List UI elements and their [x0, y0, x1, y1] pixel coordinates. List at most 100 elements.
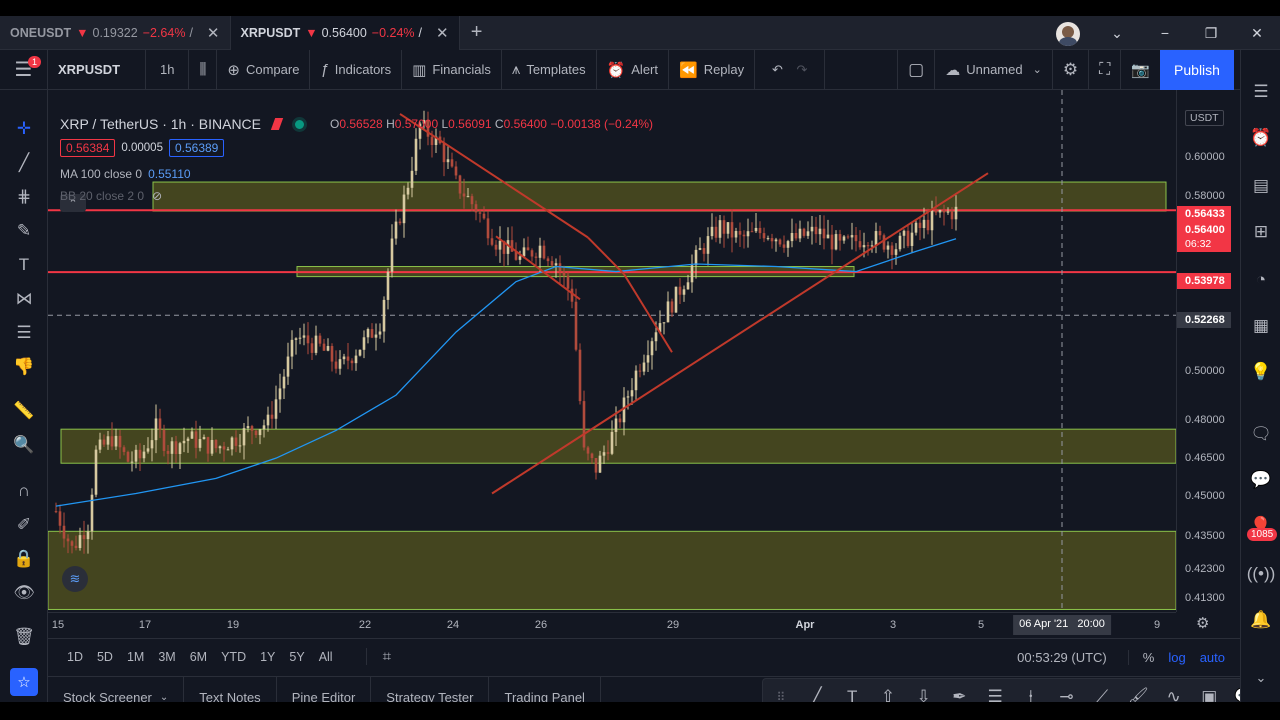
close-icon[interactable]: ✕ [436, 24, 449, 42]
path-icon[interactable]: ⟋ [1088, 687, 1116, 702]
tab-oneusdt[interactable]: ONEUSDT ▼ 0.19322 −2.64% / ✕ [0, 16, 231, 50]
undo-icon[interactable]: ↶ [772, 62, 783, 78]
utc-clock[interactable]: 00:53:29 (UTC) [1010, 650, 1114, 665]
alerts-icon[interactable]: ⏰ [1241, 120, 1280, 156]
text-tool-icon[interactable]: T [0, 248, 48, 282]
brush-icon[interactable]: 🖌 [1124, 687, 1152, 702]
chart-style-button[interactable]: ⫼ [189, 49, 218, 90]
range-3m[interactable]: 3M [151, 650, 182, 664]
horizontal-line-icon[interactable]: ⊸ [1052, 687, 1080, 702]
zoom-icon[interactable]: 🔍 [0, 428, 48, 462]
symbol-title[interactable]: XRP / TetherUS · 1h · BINANCE [60, 116, 261, 132]
minimize-button[interactable]: − [1142, 16, 1188, 50]
snapshot-button[interactable]: 📷 [1121, 50, 1160, 90]
replay-button[interactable]: ⏪ Replay [669, 49, 756, 90]
compare-button[interactable]: ⊕ Compare [217, 49, 311, 90]
menu-button[interactable]: ☰ 1 [0, 49, 48, 90]
calendar-icon[interactable]: ⌗ [365, 648, 398, 665]
range-all[interactable]: All [312, 650, 340, 664]
select-layout-button[interactable]: ▢ [897, 49, 936, 90]
templates-button[interactable]: ⩚ Templates [502, 49, 597, 90]
price-axis[interactable]: USDT 0.60000 0.58000 0.50000 0.48000 0.4… [1176, 90, 1240, 612]
tab-pine-editor[interactable]: Pine Editor [277, 676, 372, 702]
rectangle-icon[interactable]: ▣ [1195, 687, 1223, 702]
auto-toggle[interactable]: auto [1193, 650, 1232, 665]
add-tab-button[interactable]: + [460, 21, 494, 44]
tab-xrpusdt[interactable]: XRPUSDT ▼ 0.56400 −0.24% / ✕ [230, 16, 460, 50]
range-5y[interactable]: 5Y [282, 650, 311, 664]
sell-price[interactable]: 0.56384 [60, 139, 116, 157]
magnet-icon[interactable]: ∩ [0, 474, 48, 508]
text-tool-icon[interactable]: T [838, 687, 866, 702]
lines-icon[interactable]: ☰ [981, 687, 1009, 702]
range-1y[interactable]: 1Y [253, 650, 282, 664]
financials-button[interactable]: ▥ Financials [402, 49, 502, 90]
pattern-icon[interactable]: ⋈ [0, 282, 48, 316]
close-window-button[interactable]: ✕ [1234, 16, 1280, 50]
chevron-down-icon[interactable]: ⌄ [1241, 660, 1280, 696]
chevron-down-icon[interactable]: ⌄ [1094, 16, 1140, 50]
data-window-icon[interactable]: ▤ [1241, 168, 1280, 204]
tradingview-logo-icon[interactable]: ≋ [62, 566, 88, 592]
range-ytd[interactable]: YTD [214, 650, 253, 664]
range-1m[interactable]: 1M [120, 650, 151, 664]
tab-strategy-tester[interactable]: Strategy Tester [371, 676, 490, 702]
symbol-search[interactable]: XRPUSDT [48, 49, 146, 90]
fullscreen-button[interactable]: ⛶ [1089, 49, 1122, 90]
eye-icon[interactable]: 👁 [0, 576, 48, 610]
fib-icon[interactable]: ⋕ [0, 180, 48, 214]
eye-off-icon[interactable]: ⊘ [152, 189, 162, 203]
redo-icon[interactable]: ↷ [796, 62, 807, 78]
broadcast-icon[interactable]: ((•)) [1241, 556, 1280, 592]
chat-icon[interactable]: 🗨 [1241, 416, 1280, 452]
lock-pencil-icon[interactable]: ✐ [0, 508, 48, 542]
thumbs-down-icon[interactable]: 👎 [0, 350, 48, 384]
star-icon[interactable]: ☆ [10, 668, 38, 696]
tab-text-notes[interactable]: Text Notes [184, 676, 277, 702]
drag-handle-icon[interactable]: ⠿ [767, 690, 795, 702]
ruler-icon[interactable]: 📏 [0, 394, 48, 428]
alert-button[interactable]: ⏰ Alert [597, 49, 669, 90]
ma-indicator-row[interactable]: MA 100 close 0 0.55110 [60, 163, 653, 185]
range-5d[interactable]: 5D [90, 650, 120, 664]
indicators-button[interactable]: ƒ Indicators [310, 49, 403, 90]
avatar[interactable] [1056, 22, 1080, 46]
ideas-icon[interactable]: 💡 [1241, 354, 1280, 390]
interval-button[interactable]: 1h [146, 49, 190, 90]
lock-icon[interactable]: 🔒 [0, 542, 48, 576]
bb-indicator-row[interactable]: BB 20 close 2 0 ⊘ [60, 185, 653, 207]
settings-button[interactable]: ⚙ [1053, 49, 1090, 90]
prediction-icon[interactable]: ☰ [0, 316, 48, 350]
percent-toggle[interactable]: % [1127, 649, 1162, 665]
tab-trading-panel[interactable]: Trading Panel [489, 676, 601, 702]
range-bar: 1D 5D 1M 3M 6M YTD 1Y 5Y All ⌗ 00:53:29 … [48, 638, 1240, 674]
grid-icon[interactable]: ▦ [1241, 308, 1280, 344]
wave-icon[interactable]: ∿ [1160, 687, 1188, 702]
crosshair-icon[interactable]: ✛ [0, 112, 48, 146]
pen-icon[interactable]: ✒ [945, 687, 973, 702]
calendar-icon[interactable]: ◔ [1241, 262, 1280, 298]
time-axis[interactable]: 15 17 19 22 24 26 29 Apr 3 5 9 06 Apr '2… [48, 612, 1176, 638]
range-1d[interactable]: 1D [60, 650, 90, 664]
close-icon[interactable]: ✕ [207, 24, 220, 42]
arrow-down-icon[interactable]: ⇩ [910, 687, 938, 702]
tab-stock-screener[interactable]: Stock Screener ⌄ [48, 676, 185, 702]
restore-button[interactable]: ❐ [1188, 16, 1234, 50]
trend-line-icon[interactable]: ╱ [0, 146, 48, 180]
watchlist-icon[interactable]: ☰ [1241, 74, 1280, 110]
arrow-up-icon[interactable]: ⇧ [874, 687, 902, 702]
buy-price[interactable]: 0.56389 [168, 139, 225, 157]
log-toggle[interactable]: log [1161, 650, 1192, 665]
gear-icon[interactable]: ⚙ [1196, 614, 1209, 632]
trend-line-icon[interactable]: ╱ [803, 687, 831, 702]
vertical-line-icon[interactable]: ⍿ [1017, 687, 1045, 702]
bell-icon[interactable]: 🔔 [1241, 602, 1280, 638]
hotlist-icon[interactable]: ⊞ [1241, 214, 1280, 250]
brush-icon[interactable]: ✎ [0, 214, 48, 248]
currency-button[interactable]: USDT [1185, 110, 1224, 126]
layout-name-button[interactable]: ☁ Unnamed ⌄ [935, 49, 1053, 90]
range-6m[interactable]: 6M [183, 650, 214, 664]
messages-icon[interactable]: 💬 [1241, 462, 1280, 498]
publish-button[interactable]: Publish [1160, 50, 1234, 90]
trash-icon[interactable]: 🗑 [0, 620, 48, 654]
